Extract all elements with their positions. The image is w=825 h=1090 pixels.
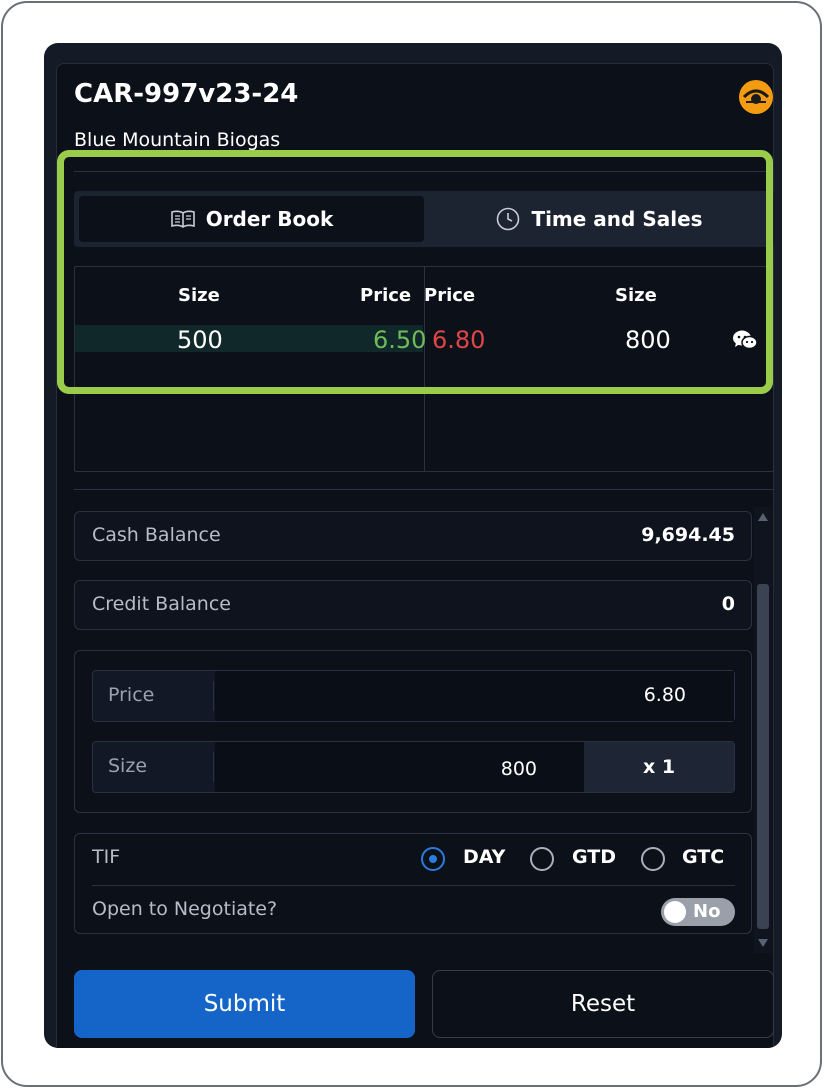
instrument-title: CAR-997v23-24	[74, 79, 299, 109]
credit-balance-label: Credit Balance	[92, 593, 231, 615]
tif-gtc-label[interactable]: GTC	[682, 846, 724, 868]
tif-day-radio[interactable]	[421, 847, 445, 871]
tif-gtc-radio[interactable]	[641, 847, 665, 871]
tab-order-book[interactable]: Order Book	[79, 196, 424, 242]
size-field: Size 800 x 1	[92, 741, 735, 793]
size-input-value: 800	[500, 758, 537, 780]
scrollbar[interactable]	[754, 507, 772, 953]
ask-price-cell[interactable]: 6.80	[432, 325, 485, 355]
cash-balance-value: 9,694.45	[641, 524, 735, 546]
view-tabs: Order Book Time and Sales	[74, 191, 774, 247]
price-label: Price	[108, 684, 155, 706]
price-input[interactable]: 6.80	[215, 671, 734, 721]
field-separator	[213, 681, 214, 711]
size-input[interactable]: 800	[215, 742, 584, 792]
credit-balance-value: 0	[721, 593, 735, 615]
instrument-subtitle: Blue Mountain Biogas	[74, 129, 281, 151]
negotiate-label: Open to Negotiate?	[92, 898, 278, 920]
order-entry-box: Price 6.80 Size 800 x 1	[74, 650, 752, 813]
order-book-table: Size Price Price Size 500 6.50 6.80 800	[74, 266, 774, 472]
ask-size-header: Size	[615, 285, 657, 306]
bid-size-cell[interactable]: 500	[177, 325, 223, 355]
size-label: Size	[108, 755, 148, 777]
wechat-icon[interactable]	[732, 329, 758, 355]
ask-size-cell[interactable]: 800	[625, 325, 671, 355]
tif-gtd-label[interactable]: GTD	[572, 846, 616, 868]
trade-panel: CAR-997v23-24 Blue Mountain Biogas Order…	[44, 43, 782, 1048]
tif-label: TIF	[92, 846, 121, 868]
credit-balance-row: Credit Balance 0	[74, 580, 752, 630]
field-separator	[213, 752, 214, 782]
bid-size-header: Size	[178, 285, 220, 306]
tab-time-and-sales[interactable]: Time and Sales	[429, 196, 769, 242]
divider	[92, 885, 735, 886]
scroll-up-arrow-icon[interactable]	[758, 513, 768, 521]
bid-depth-bar	[75, 325, 423, 352]
scrollbar-thumb[interactable]	[757, 584, 769, 929]
toggle-knob	[664, 901, 686, 923]
brand-logo-icon	[739, 80, 773, 114]
tab-order-book-label: Order Book	[205, 207, 334, 231]
tif-section: TIF DAY GTD GTC Open to Negotiate? No	[74, 833, 752, 934]
submit-button[interactable]: Submit	[74, 970, 415, 1038]
tab-time-and-sales-label: Time and Sales	[531, 207, 703, 231]
bid-price-header: Price	[360, 285, 412, 306]
reset-button[interactable]: Reset	[432, 970, 774, 1038]
divider	[74, 171, 774, 172]
ask-price-header: Price	[424, 285, 476, 306]
price-field: Price 6.80	[92, 670, 735, 722]
negotiate-toggle[interactable]: No	[661, 898, 735, 926]
negotiate-toggle-text: No	[693, 901, 721, 922]
bid-price-cell[interactable]: 6.50	[373, 325, 426, 355]
tif-day-label[interactable]: DAY	[463, 846, 505, 868]
cash-balance-label: Cash Balance	[92, 524, 221, 546]
book-icon	[170, 210, 195, 228]
cash-balance-row: Cash Balance 9,694.45	[74, 511, 752, 561]
clock-icon	[497, 207, 520, 231]
tif-gtd-radio[interactable]	[530, 847, 554, 871]
size-multiplier-button[interactable]: x 1	[584, 742, 734, 792]
price-input-value: 6.80	[643, 684, 686, 706]
scroll-down-arrow-icon[interactable]	[758, 939, 768, 947]
divider	[74, 489, 774, 490]
